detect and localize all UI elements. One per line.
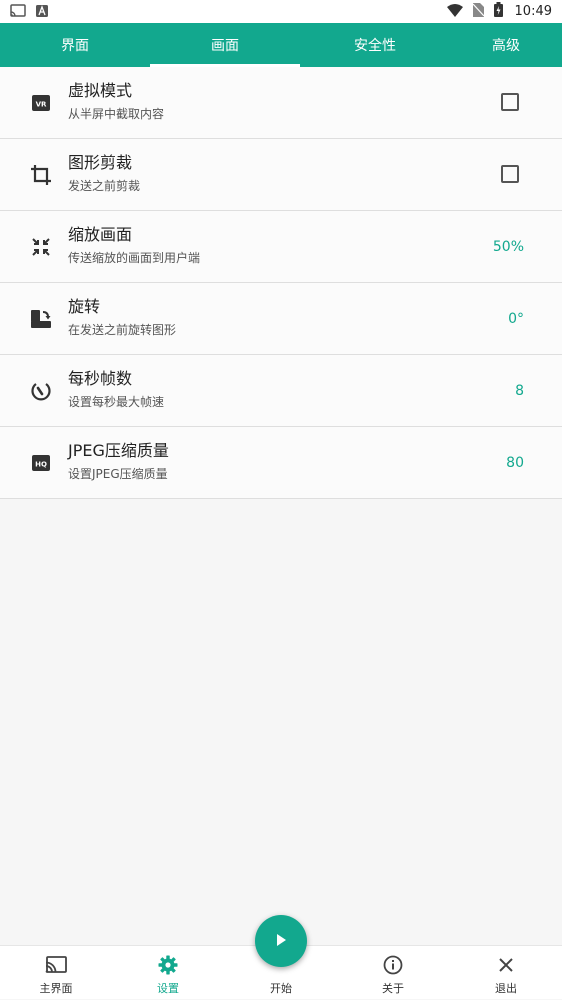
setting-subtitle: 从半屏中截取内容 xyxy=(68,107,165,121)
setting-crop[interactable]: 图形剪裁 发送之前剪裁 xyxy=(0,139,562,211)
setting-scale[interactable]: 缩放画面 传送缩放的画面到用户端 50% xyxy=(0,211,562,283)
setting-subtitle: 设置每秒最大帧速 xyxy=(68,395,165,409)
nav-about[interactable]: 关于 xyxy=(353,946,433,1000)
tab-security[interactable]: 安全性 xyxy=(300,23,450,67)
setting-title: 图形剪裁 xyxy=(68,153,133,172)
rotate-icon xyxy=(30,308,52,330)
nav-settings[interactable]: 设置 xyxy=(128,946,208,1000)
setting-subtitle: 传送缩放的画面到用户端 xyxy=(68,251,201,265)
setting-jpeg-quality[interactable]: HQ JPEG压缩质量 设置JPEG压缩质量 80 xyxy=(0,427,562,499)
start-button[interactable] xyxy=(255,915,307,967)
nav-exit[interactable]: 退出 xyxy=(466,946,546,1000)
settings-list: VR 虚拟模式 从半屏中截取内容 图形剪裁 发送之前剪裁 缩放画面 传送缩放的画… xyxy=(0,67,562,499)
row-text: JPEG压缩质量 设置JPEG压缩质量 xyxy=(68,440,169,483)
row-text: 缩放画面 传送缩放的画面到用户端 xyxy=(68,224,200,267)
svg-text:HQ: HQ xyxy=(35,461,47,469)
virtual-mode-checkbox[interactable] xyxy=(501,93,519,111)
status-bar: 10:49 xyxy=(0,0,562,23)
gear-icon xyxy=(158,954,178,976)
vr-icon: VR xyxy=(30,92,52,114)
tab-advanced[interactable]: 高级 xyxy=(450,23,562,67)
battery-charging-icon xyxy=(493,2,503,21)
status-left xyxy=(10,2,48,21)
a-notification-icon xyxy=(36,2,48,21)
cast-icon xyxy=(45,954,67,976)
nav-home[interactable]: 主界面 xyxy=(16,946,96,1000)
hq-icon: HQ xyxy=(30,452,52,474)
setting-title: 每秒帧数 xyxy=(68,369,133,388)
row-text: 旋转 在发送之前旋转图形 xyxy=(68,296,176,339)
setting-fps[interactable]: 每秒帧数 设置每秒最大帧速 8 xyxy=(0,355,562,427)
tab-screen[interactable]: 画面 xyxy=(150,23,300,67)
wifi-icon xyxy=(446,2,463,21)
rotate-value: 0° xyxy=(508,311,524,327)
scale-value: 50% xyxy=(492,239,524,255)
row-text: 图形剪裁 发送之前剪裁 xyxy=(68,152,140,195)
fps-value: 8 xyxy=(515,383,524,399)
setting-rotate[interactable]: 旋转 在发送之前旋转图形 0° xyxy=(0,283,562,355)
crop-checkbox[interactable] xyxy=(501,165,519,183)
no-sim-icon xyxy=(472,2,484,21)
tab-bar: 界面 画面 安全性 高级 xyxy=(0,23,562,67)
setting-subtitle: 设置JPEG压缩质量 xyxy=(68,467,168,481)
status-right: 10:49 xyxy=(446,2,552,21)
setting-subtitle: 发送之前剪裁 xyxy=(68,179,141,193)
play-icon xyxy=(274,932,288,951)
setting-title: JPEG压缩质量 xyxy=(68,441,169,460)
speed-gauge-icon xyxy=(30,380,52,402)
nav-label: 主界面 xyxy=(39,982,73,995)
svg-text:VR: VR xyxy=(36,101,47,109)
jpeg-quality-value: 80 xyxy=(506,455,524,471)
nav-label: 开始 xyxy=(270,982,292,995)
zoom-in-map-icon xyxy=(30,236,52,258)
status-time: 10:49 xyxy=(514,4,552,19)
setting-subtitle: 在发送之前旋转图形 xyxy=(68,323,177,337)
nav-label: 退出 xyxy=(495,982,517,995)
nav-label: 关于 xyxy=(382,982,404,995)
cast-icon xyxy=(10,2,26,21)
tab-interface[interactable]: 界面 xyxy=(0,23,150,67)
crop-icon xyxy=(30,164,52,186)
setting-title: 旋转 xyxy=(68,297,101,316)
nav-label: 设置 xyxy=(157,982,179,995)
setting-title: 缩放画面 xyxy=(68,225,133,244)
row-text: 虚拟模式 从半屏中截取内容 xyxy=(68,80,164,123)
info-icon xyxy=(383,954,403,976)
setting-virtual-mode[interactable]: VR 虚拟模式 从半屏中截取内容 xyxy=(0,67,562,139)
close-icon xyxy=(498,954,514,976)
row-text: 每秒帧数 设置每秒最大帧速 xyxy=(68,368,164,411)
setting-title: 虚拟模式 xyxy=(68,81,133,100)
